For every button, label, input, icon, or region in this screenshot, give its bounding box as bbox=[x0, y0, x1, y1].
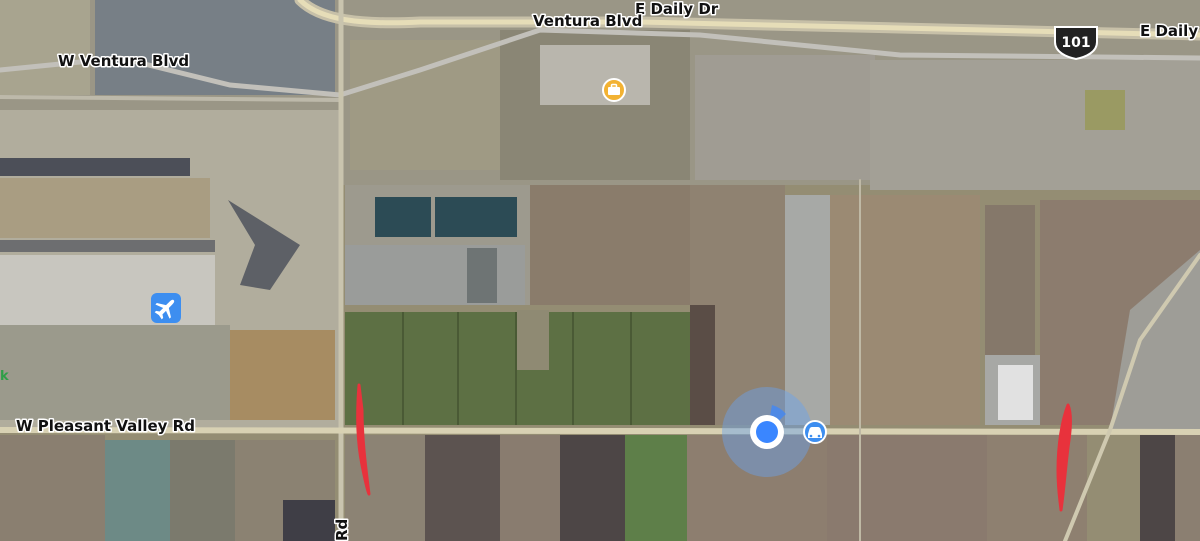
campus-area bbox=[350, 40, 500, 170]
south-field-3 bbox=[170, 440, 235, 541]
reservoir-1 bbox=[375, 197, 431, 237]
south-field-green bbox=[625, 435, 687, 541]
apron bbox=[0, 255, 215, 325]
briefcase-poi[interactable] bbox=[602, 78, 626, 102]
airport-buildings bbox=[0, 325, 230, 420]
field-mid-3 bbox=[830, 195, 980, 425]
label-w-pleasant-valley-rd: W Pleasant Valley Rd bbox=[16, 417, 195, 435]
south-field-12 bbox=[1175, 435, 1200, 541]
reservoir-2 bbox=[435, 197, 517, 237]
user-location[interactable] bbox=[722, 387, 812, 477]
airfield-grass bbox=[0, 178, 210, 238]
shield-number: 101 bbox=[1061, 35, 1090, 51]
label-rd-vertical: Rd bbox=[333, 519, 351, 541]
location-dot bbox=[756, 421, 778, 443]
orchard-gap bbox=[517, 310, 549, 370]
dry-field bbox=[230, 330, 335, 420]
label-e-daily-right: E Daily bbox=[1140, 22, 1198, 40]
satellite-map[interactable]: E Daily Dr Ventura Blvd W Ventura Blvd W… bbox=[0, 0, 1200, 541]
south-field-dark-east bbox=[1140, 435, 1175, 541]
south-field-7 bbox=[500, 435, 560, 541]
label-ventura-blvd: Ventura Blvd bbox=[533, 12, 642, 30]
warehouse-roof bbox=[998, 365, 1033, 420]
south-field-6 bbox=[425, 435, 500, 541]
runway bbox=[0, 158, 190, 176]
south-field-1 bbox=[0, 435, 105, 541]
field-mid-4 bbox=[985, 205, 1035, 355]
south-field-dark bbox=[283, 500, 335, 541]
park bbox=[1085, 90, 1125, 130]
field-mid-1 bbox=[530, 185, 690, 305]
dark-strip bbox=[690, 305, 715, 425]
taxiway bbox=[0, 240, 215, 252]
label-edge-letter: k bbox=[0, 369, 9, 384]
housing-block-1 bbox=[695, 55, 875, 180]
label-e-daily-dr: E Daily Dr bbox=[635, 0, 719, 18]
highway-shield-101: 101 bbox=[1054, 26, 1098, 61]
airport-poi[interactable] bbox=[151, 293, 181, 323]
car-poi[interactable] bbox=[803, 420, 827, 444]
map-view[interactable]: E Daily Dr Ventura Blvd W Ventura Blvd W… bbox=[0, 0, 1200, 541]
car-icon bbox=[808, 427, 822, 438]
south-field-8 bbox=[560, 435, 625, 541]
south-field-10 bbox=[827, 435, 987, 541]
greenhouse-strip bbox=[785, 195, 830, 425]
parking-lot bbox=[540, 45, 650, 105]
field-nw bbox=[0, 0, 90, 95]
greenhouse-dark bbox=[467, 248, 497, 303]
greenhouses bbox=[345, 245, 525, 305]
south-field-2 bbox=[105, 440, 170, 541]
south-field-5 bbox=[345, 435, 425, 541]
label-w-ventura-blvd: W Ventura Blvd bbox=[58, 52, 189, 70]
housing-block-2 bbox=[870, 60, 1200, 190]
